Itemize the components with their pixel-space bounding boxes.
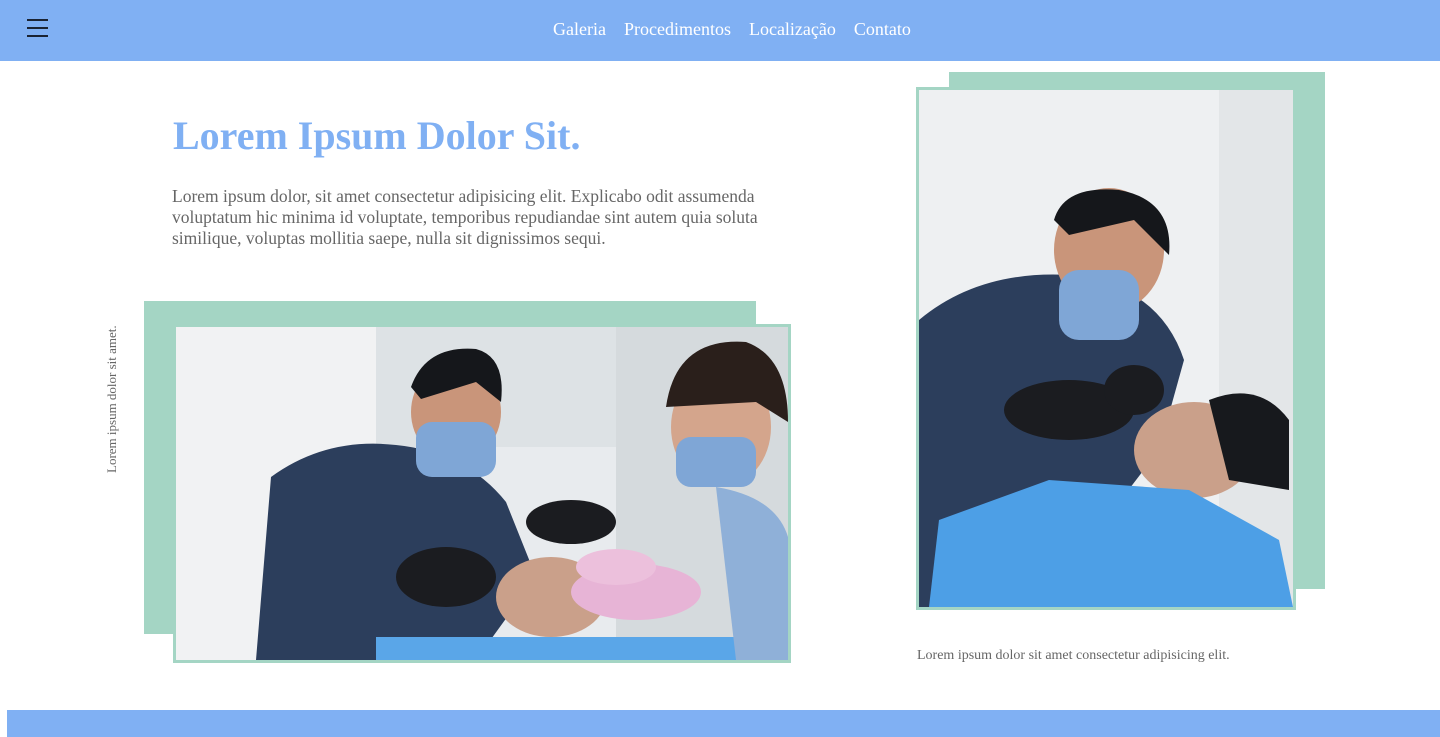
dental-procedure-photo-right bbox=[916, 87, 1296, 610]
footer-bar bbox=[7, 710, 1440, 737]
nav-link-contato[interactable]: Contato bbox=[854, 17, 911, 41]
nav-link-localizacao[interactable]: Localização bbox=[749, 17, 836, 41]
navbar: Galeria Procedimentos Localização Contat… bbox=[0, 0, 1440, 61]
dental-procedure-photo-left bbox=[173, 324, 791, 663]
hero-title: Lorem Ipsum Dolor Sit. bbox=[173, 113, 581, 158]
nav-link-procedimentos[interactable]: Procedimentos bbox=[624, 17, 731, 41]
vertical-caption: Lorem ipsum dolor sit amet. bbox=[104, 325, 119, 473]
hamburger-menu-icon[interactable] bbox=[27, 19, 48, 38]
nav-links: Galeria Procedimentos Localização Contat… bbox=[553, 17, 911, 41]
right-caption: Lorem ipsum dolor sit amet consectetur a… bbox=[917, 648, 1230, 663]
nav-link-galeria[interactable]: Galeria bbox=[553, 17, 606, 41]
hero-text: Lorem ipsum dolor, sit amet consectetur … bbox=[172, 186, 758, 248]
